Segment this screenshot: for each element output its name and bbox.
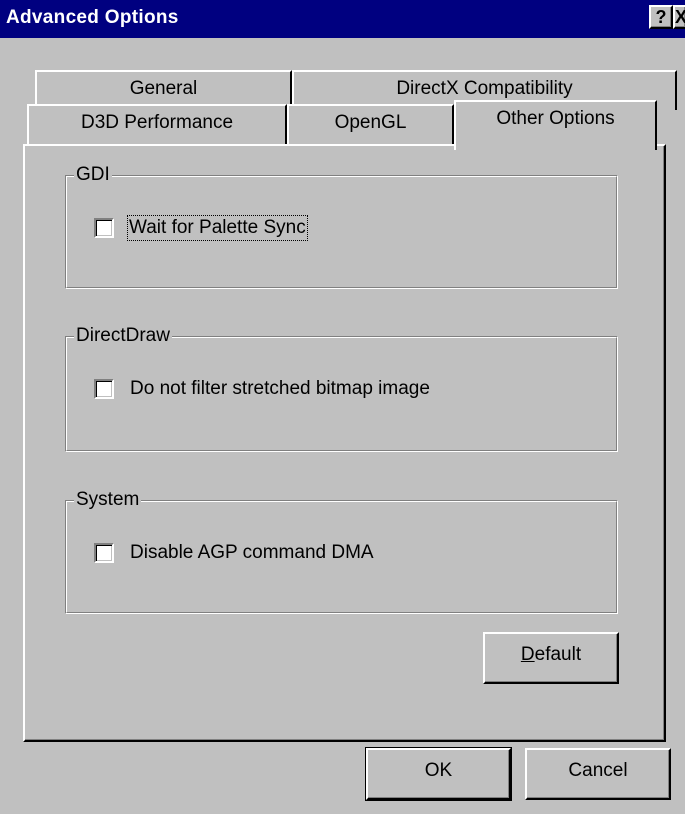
title-bar[interactable]: Advanced Options ? X xyxy=(0,0,685,38)
system-group-title: System xyxy=(74,489,142,511)
disable-agp-dma-checkbox[interactable] xyxy=(94,543,114,563)
close-button[interactable]: X xyxy=(673,5,685,29)
tab-other-options[interactable]: Other Options xyxy=(454,100,657,150)
wait-for-palette-sync-checkbox[interactable] xyxy=(94,218,114,238)
tab-directx-compatibility-label: DirectX Compatibility xyxy=(396,78,573,99)
directdraw-group: DirectDraw Do not filter stretched bitma… xyxy=(65,325,618,452)
window-title: Advanced Options xyxy=(6,7,179,28)
directdraw-group-title: DirectDraw xyxy=(74,325,172,347)
ok-button[interactable]: OK xyxy=(366,748,511,800)
do-not-filter-stretched-label[interactable]: Do not filter stretched bitmap image xyxy=(130,377,430,401)
advanced-options-dialog: Advanced Options ? X General DirectX Com… xyxy=(0,0,685,814)
ok-button-label: OK xyxy=(424,760,453,781)
help-button[interactable]: ? xyxy=(649,5,673,29)
tab-opengl-label: OpenGL xyxy=(334,112,407,133)
default-button-label: Default xyxy=(521,644,581,665)
close-icon: X xyxy=(675,7,685,27)
default-accelerator: D xyxy=(520,644,535,665)
system-group: System Disable AGP command DMA xyxy=(65,489,618,614)
cancel-button-label: Cancel xyxy=(568,760,628,781)
disable-agp-dma-label[interactable]: Disable AGP command DMA xyxy=(130,541,374,565)
help-icon: ? xyxy=(655,7,667,27)
gdi-group: GDI Wait for Palette Sync xyxy=(65,164,618,289)
gdi-group-title: GDI xyxy=(74,164,112,186)
tab-general-label: General xyxy=(129,78,198,99)
tab-d3d-performance[interactable]: D3D Performance xyxy=(27,104,287,144)
default-button-label-rest: efault xyxy=(534,644,582,665)
tab-d3d-performance-label: D3D Performance xyxy=(80,112,234,133)
tab-other-options-label: Other Options xyxy=(496,108,615,129)
do-not-filter-stretched-checkbox[interactable] xyxy=(94,379,114,399)
cancel-button[interactable]: Cancel xyxy=(525,748,671,800)
wait-for-palette-sync-label[interactable]: Wait for Palette Sync xyxy=(127,215,308,241)
default-button[interactable]: Default xyxy=(483,632,619,684)
tab-opengl[interactable]: OpenGL xyxy=(287,104,454,144)
